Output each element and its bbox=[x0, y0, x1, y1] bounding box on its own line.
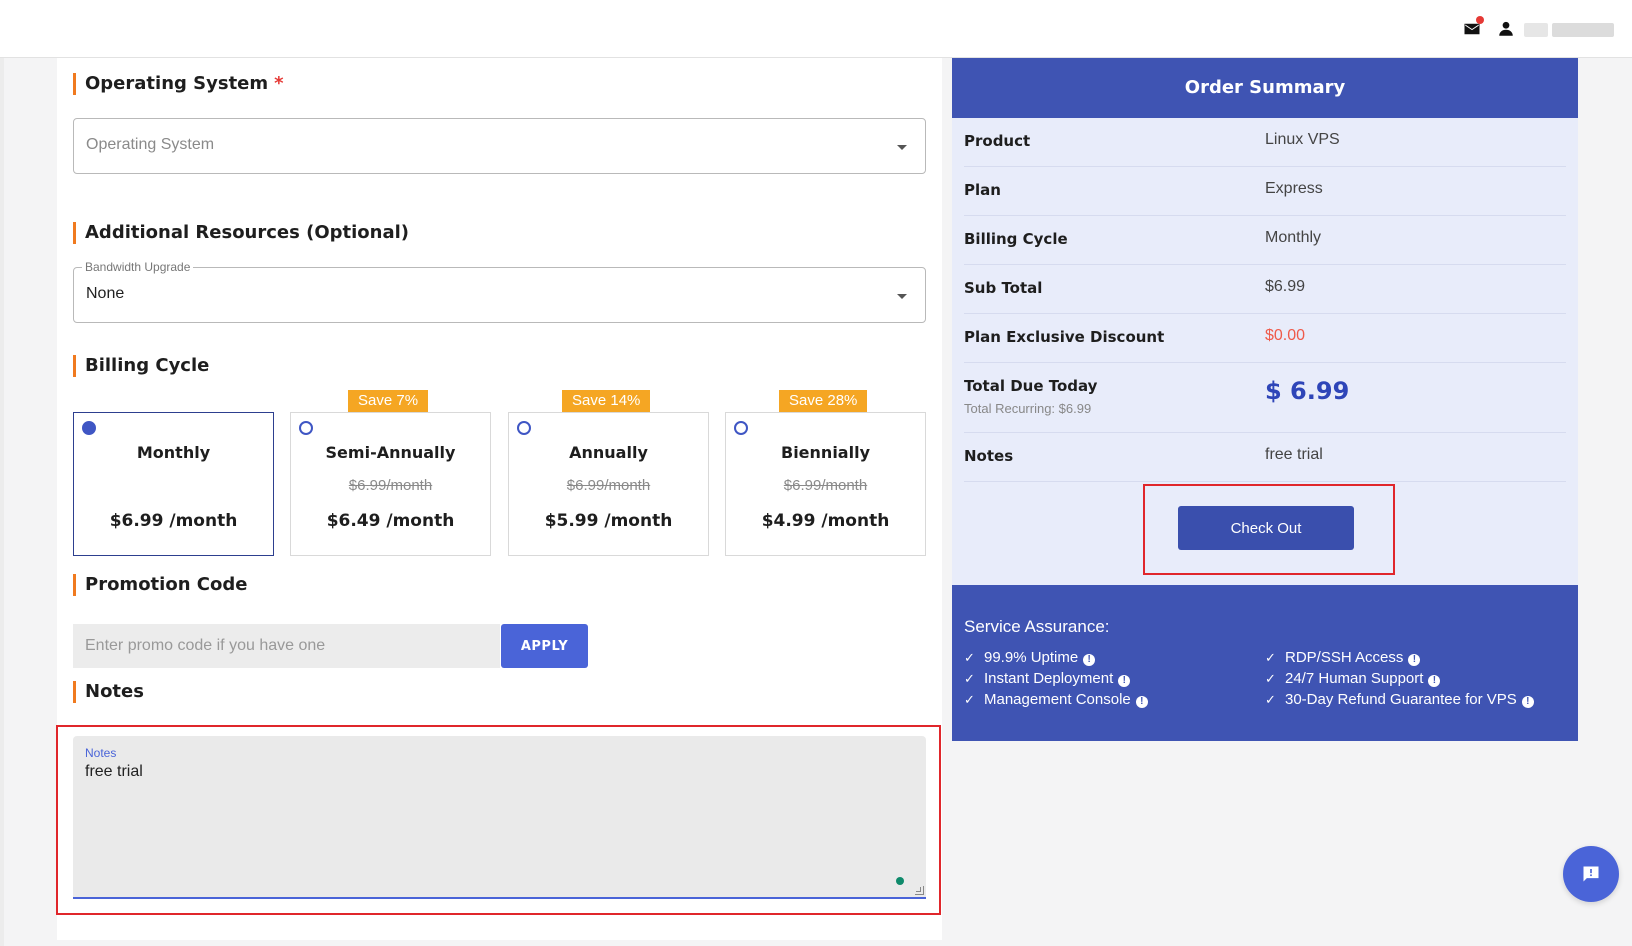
check-icon: ✓ bbox=[964, 650, 975, 665]
os-select[interactable]: Operating System bbox=[73, 118, 926, 174]
summary-row: Product Linux VPS bbox=[964, 118, 1566, 167]
plan-name: Biennially bbox=[781, 443, 870, 462]
bandwidth-select[interactable]: Bandwidth Upgrade None bbox=[73, 260, 926, 323]
radio-selected[interactable] bbox=[82, 421, 96, 435]
bandwidth-label: Bandwidth Upgrade bbox=[82, 260, 194, 274]
os-select-placeholder: Operating System bbox=[86, 136, 215, 153]
assurance-item: ✓ Management Console! bbox=[964, 691, 1148, 708]
chevron-down-icon bbox=[897, 294, 907, 299]
plan-price: $6.49 /month bbox=[326, 511, 455, 531]
plan-original-price: $6.99/month bbox=[348, 477, 433, 494]
discount-value: $0.00 bbox=[1265, 327, 1306, 344]
info-icon[interactable]: ! bbox=[1083, 654, 1096, 666]
promo-code-input[interactable] bbox=[73, 624, 500, 668]
assurance-item: ✓ RDP/SSH Access! bbox=[1265, 649, 1421, 666]
assurance-item: ✓ 30-Day Refund Guarantee for VPS! bbox=[1265, 691, 1534, 708]
summary-label: Plan bbox=[964, 181, 1001, 199]
bandwidth-value: None bbox=[86, 285, 125, 302]
summary-value: Express bbox=[1265, 180, 1323, 197]
assurance-title: Service Assurance: bbox=[964, 617, 1110, 636]
info-icon[interactable]: ! bbox=[1521, 696, 1534, 708]
summary-value: Monthly bbox=[1265, 229, 1322, 246]
save-badge: Save 28% bbox=[779, 390, 868, 412]
plan-price: $4.99 /month bbox=[761, 511, 890, 531]
summary-value: free trial bbox=[1265, 446, 1323, 463]
check-icon: ✓ bbox=[1265, 692, 1276, 707]
summary-value: $6.99 bbox=[1265, 278, 1306, 295]
total-recurring: Total Recurring: $6.99 bbox=[964, 401, 1092, 416]
top-bar bbox=[0, 0, 1632, 58]
check-icon: ✓ bbox=[1265, 650, 1276, 665]
plan-name: Monthly bbox=[136, 443, 211, 462]
highlight-box-checkout bbox=[1143, 484, 1395, 575]
summary-row: Billing Cycle Monthly bbox=[964, 216, 1566, 265]
info-icon[interactable]: ! bbox=[1118, 675, 1131, 687]
assurance-item: ✓ 99.9% Uptime! bbox=[964, 649, 1096, 666]
chat-button[interactable] bbox=[1563, 846, 1619, 902]
os-section-title: Operating System * bbox=[73, 72, 284, 96]
assurance-text: 24/7 Human Support bbox=[1285, 670, 1424, 687]
service-assurance-panel: Service Assurance: ✓ 99.9% Uptime! ✓ Insta… bbox=[952, 585, 1578, 741]
summary-row: Sub Total $6.99 bbox=[964, 265, 1566, 314]
assurance-item: ✓ Instant Deployment! bbox=[964, 670, 1131, 687]
assurance-text: Management Console bbox=[984, 691, 1131, 708]
plan-name: Semi-Annually bbox=[325, 443, 456, 462]
summary-label: Sub Total bbox=[964, 279, 1043, 297]
plan-card-semi-annually[interactable]: Semi-Annually $6.99/month $6.49 /month bbox=[290, 412, 491, 556]
plan-original-price: $6.99/month bbox=[783, 477, 868, 494]
assurance-item: ✓ 24/7 Human Support! bbox=[1265, 670, 1441, 687]
summary-label: Product bbox=[964, 132, 1031, 150]
radio-unselected[interactable] bbox=[734, 421, 748, 435]
plan-name: Annually bbox=[569, 443, 648, 462]
summary-label: Billing Cycle bbox=[964, 230, 1068, 248]
apply-button[interactable]: APPLY bbox=[501, 624, 588, 668]
user-icon[interactable] bbox=[1497, 20, 1515, 38]
summary-row: Plan Exclusive Discount $0.00 bbox=[964, 314, 1566, 363]
plan-card-annually[interactable]: Annually $6.99/month $5.99 /month bbox=[508, 412, 709, 556]
summary-row: Notes free trial bbox=[964, 433, 1566, 482]
info-icon[interactable]: ! bbox=[1428, 675, 1441, 687]
info-icon[interactable]: ! bbox=[1408, 654, 1421, 666]
plan-price: $5.99 /month bbox=[544, 511, 673, 531]
chat-icon bbox=[1583, 866, 1599, 882]
order-summary-title: Order Summary bbox=[952, 58, 1578, 118]
check-icon: ✓ bbox=[964, 671, 975, 686]
plan-original-price: $6.99/month bbox=[566, 477, 651, 494]
radio-unselected[interactable] bbox=[517, 421, 531, 435]
billing-section-title: Billing Cycle bbox=[73, 354, 209, 378]
username-redacted bbox=[1552, 23, 1614, 37]
required-marker: * bbox=[274, 73, 284, 94]
summary-label: Total Due Today bbox=[964, 377, 1098, 395]
assurance-text: 99.9% Uptime bbox=[984, 649, 1079, 666]
total-due-value: $ 6.99 bbox=[1265, 377, 1350, 405]
plan-card-monthly[interactable]: Monthly $6.99 /month bbox=[73, 412, 274, 556]
notification-dot bbox=[1476, 16, 1484, 24]
left-edge bbox=[0, 58, 4, 946]
username-redacted bbox=[1524, 23, 1548, 37]
resources-section-title: Additional Resources (Optional) bbox=[73, 221, 409, 245]
assurance-text: RDP/SSH Access bbox=[1285, 649, 1404, 666]
highlight-box-notes bbox=[56, 725, 941, 915]
assurance-text: Instant Deployment bbox=[984, 670, 1114, 687]
promo-section-title: Promotion Code bbox=[73, 573, 247, 597]
check-icon: ✓ bbox=[1265, 671, 1276, 686]
notes-section-title: Notes bbox=[73, 680, 144, 704]
info-icon[interactable]: ! bbox=[1135, 696, 1148, 708]
os-title-text: Operating System bbox=[85, 73, 269, 94]
plan-card-biennially[interactable]: Biennially $6.99/month $4.99 /month bbox=[725, 412, 926, 556]
assurance-text: 30-Day Refund Guarantee for VPS bbox=[1285, 691, 1517, 708]
summary-label: Plan Exclusive Discount bbox=[964, 328, 1165, 346]
summary-row: Plan Express bbox=[964, 167, 1566, 216]
save-badge: Save 7% bbox=[348, 390, 429, 412]
summary-row-total: Total Due Today Total Recurring: $6.99 $… bbox=[964, 363, 1566, 433]
summary-value: Linux VPS bbox=[1265, 131, 1340, 148]
save-badge: Save 14% bbox=[562, 390, 651, 412]
radio-unselected[interactable] bbox=[299, 421, 313, 435]
chevron-down-icon bbox=[897, 145, 907, 150]
check-icon: ✓ bbox=[964, 692, 975, 707]
summary-label: Notes bbox=[964, 447, 1014, 465]
plan-price: $6.99 /month bbox=[109, 511, 238, 531]
